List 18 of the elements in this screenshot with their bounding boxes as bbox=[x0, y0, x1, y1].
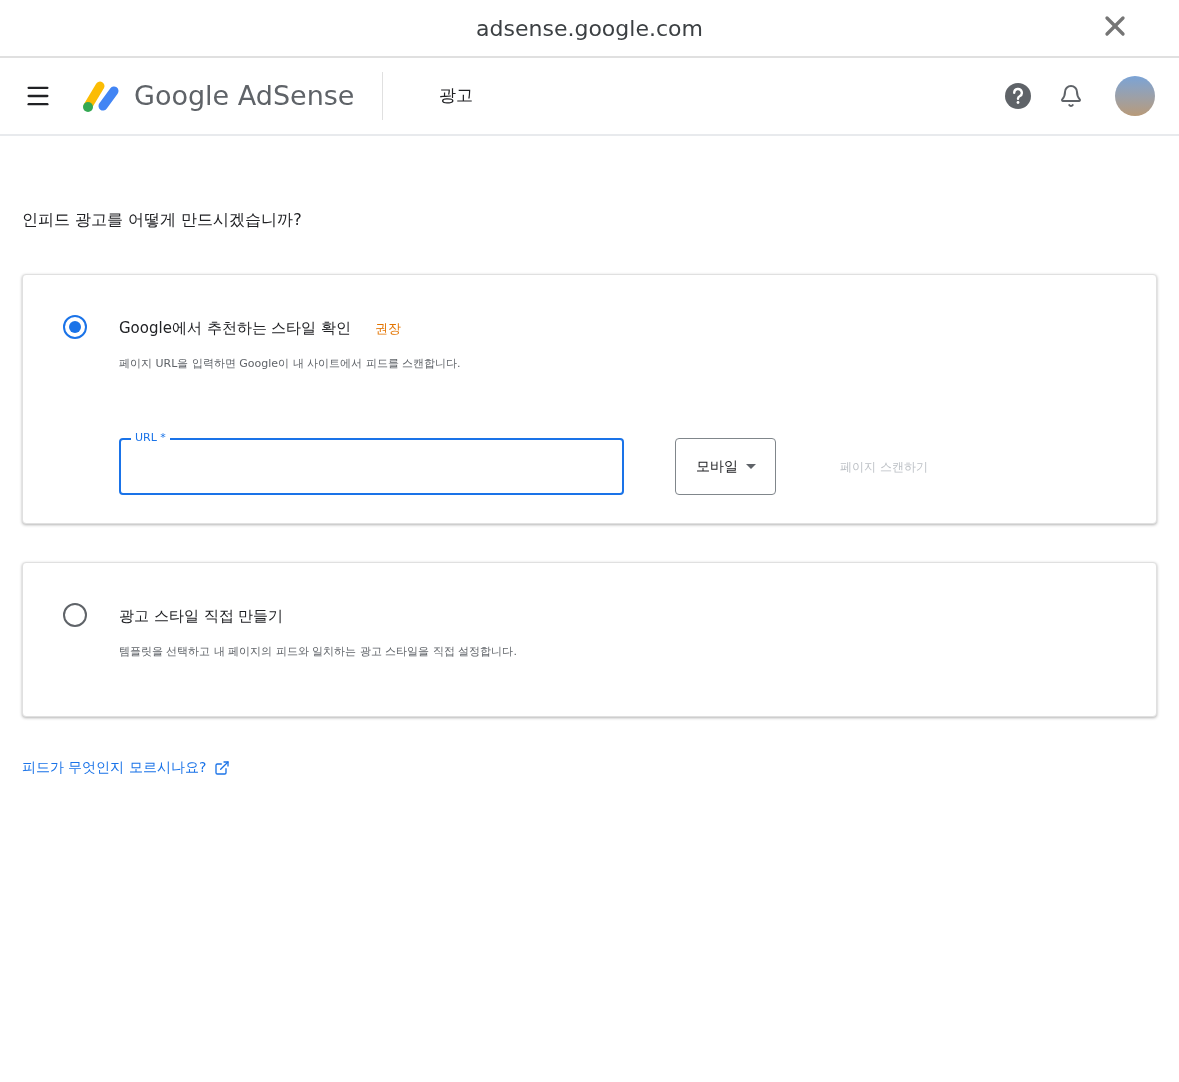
notifications-icon[interactable] bbox=[1059, 84, 1083, 108]
recommended-label: 권장 bbox=[375, 319, 402, 338]
avatar-photo-placeholder[interactable] bbox=[1115, 76, 1155, 116]
radio-button[interactable] bbox=[63, 315, 87, 339]
help-icon[interactable] bbox=[1005, 83, 1031, 109]
product-name: Google AdSense bbox=[134, 78, 355, 113]
dropdown-caret-icon bbox=[745, 464, 756, 469]
url-text: adsense.google.com bbox=[476, 14, 703, 43]
page-question: 인피드 광고를 어떻게 만드시겠습니까? bbox=[22, 209, 303, 231]
radio-button[interactable] bbox=[63, 603, 87, 627]
option-title: Google에서 추천하는 스타일 확인 bbox=[119, 318, 352, 339]
option-description: 템플릿을 선택하고 내 페이지의 피드와 일치하는 광고 스타일을 직접 설정합니다. bbox=[119, 643, 518, 660]
help-link[interactable]: 피드가 무엇인지 모르시나요? bbox=[22, 757, 231, 778]
section-title: 광고 bbox=[439, 84, 474, 108]
option-description: 페이지 URL을 입력하면 Google이 내 사이트에서 피드를 스캔합니다. bbox=[119, 355, 462, 372]
external-link-icon bbox=[214, 759, 231, 776]
option-title: 광고 스타일 직접 만들기 bbox=[119, 606, 284, 627]
device-dropdown[interactable]: 모바일 bbox=[675, 438, 776, 495]
